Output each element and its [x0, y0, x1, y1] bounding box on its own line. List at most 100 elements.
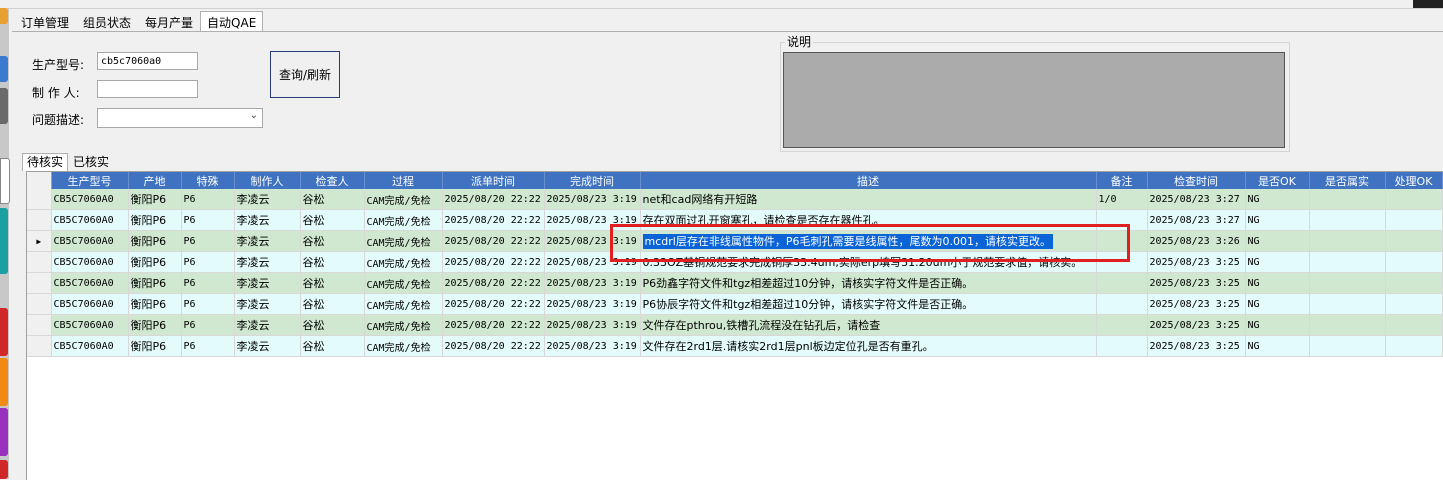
cell-handled-ok[interactable] — [1385, 293, 1443, 315]
cell-process[interactable]: CAM完成/免检 — [364, 314, 443, 336]
row-header[interactable] — [27, 209, 52, 231]
table-row[interactable]: CB5C7060A0 衡阳P6 P6 李凌云 谷松 CAM完成/免检 2025/08/20 … — [27, 272, 1443, 294]
table-row[interactable]: CB5C7060A0 衡阳P6 P6 李凌云 谷松 CAM完成/免检 2025/08/20 … — [27, 293, 1443, 315]
cell-check-time[interactable]: 2025/08/23 3:27 — [1147, 189, 1246, 210]
cell-is-true[interactable] — [1309, 293, 1386, 315]
cell-check-time[interactable]: 2025/08/23 3:25 — [1147, 335, 1246, 357]
tab-auto-qae[interactable]: 自动QAE — [200, 11, 264, 32]
cell-handled-ok[interactable] — [1385, 272, 1443, 294]
query-refresh-button[interactable]: 查询/刷新 — [270, 51, 340, 98]
cell-check-time[interactable]: 2025/08/23 3:26 — [1147, 230, 1246, 252]
cell-origin[interactable]: 衡阳P6 — [128, 209, 182, 231]
cell-checker[interactable]: 谷松 — [300, 251, 365, 273]
cell-maker[interactable]: 李凌云 — [234, 251, 301, 273]
col-header-handled-ok[interactable]: 处理OK — [1385, 172, 1443, 189]
col-header-is-true[interactable]: 是否属实 — [1309, 172, 1386, 189]
cell-is-true[interactable] — [1309, 209, 1386, 231]
cell-dispatch-time[interactable]: 2025/08/20 22:22 — [442, 230, 545, 252]
cell-handled-ok[interactable] — [1385, 189, 1443, 210]
col-header-description[interactable]: 描述 — [640, 172, 1097, 189]
cell-is-true[interactable] — [1309, 314, 1386, 336]
col-header-remark[interactable]: 备注 — [1096, 172, 1148, 189]
cell-model[interactable]: CB5C7060A0 — [51, 314, 129, 336]
cell-remark[interactable] — [1096, 314, 1148, 336]
cell-origin[interactable]: 衡阳P6 — [128, 335, 182, 357]
table-row[interactable]: CB5C7060A0 衡阳P6 P6 李凌云 谷松 CAM完成/免检 2025/08/20 … — [27, 335, 1443, 357]
maker-input[interactable] — [97, 80, 198, 98]
cell-process[interactable]: CAM完成/免检 — [364, 189, 443, 210]
col-header-special[interactable]: 特殊 — [181, 172, 235, 189]
cell-finish-time[interactable]: 2025/08/23 3:19 — [544, 189, 641, 210]
cell-checker[interactable]: 谷松 — [300, 189, 365, 210]
cell-checker[interactable]: 谷松 — [300, 314, 365, 336]
cell-model[interactable]: CB5C7060A0 — [51, 272, 129, 294]
col-header-process[interactable]: 过程 — [364, 172, 443, 189]
cell-origin[interactable]: 衡阳P6 — [128, 314, 182, 336]
toolbar-icon-blue[interactable] — [0, 56, 8, 82]
cell-check-time[interactable]: 2025/08/23 3:25 — [1147, 293, 1246, 315]
row-header[interactable] — [27, 335, 52, 357]
cell-checker[interactable]: 谷松 — [300, 293, 365, 315]
description-box[interactable] — [783, 52, 1285, 148]
table-row[interactable]: CB5C7060A0 衡阳P6 P6 李凌云 谷松 CAM完成/免检 2025/08/20 … — [27, 189, 1443, 210]
cell-special[interactable]: P6 — [181, 314, 235, 336]
cell-is-true[interactable] — [1309, 335, 1386, 357]
col-header-dispatch-time[interactable]: 派单时间 — [442, 172, 545, 189]
tab-order-management[interactable]: 订单管理 — [14, 11, 76, 32]
cell-model[interactable]: CB5C7060A0 — [51, 251, 129, 273]
row-header[interactable] — [27, 314, 52, 336]
cell-special[interactable]: P6 — [181, 335, 235, 357]
row-header[interactable] — [27, 293, 52, 315]
cell-is-ok[interactable]: NG — [1245, 189, 1310, 210]
cell-dispatch-time[interactable]: 2025/08/20 22:22 — [442, 335, 545, 357]
cell-origin[interactable]: 衡阳P6 — [128, 230, 182, 252]
issue-select[interactable]: ⌄ — [97, 108, 263, 128]
tab-member-status[interactable]: 组员状态 — [76, 11, 138, 32]
cell-description[interactable]: P6劲鑫字符文件和tgz相差超过10分钟，请核实字符文件是否正确。 — [640, 272, 1097, 294]
cell-special[interactable]: P6 — [181, 209, 235, 231]
col-header-model[interactable]: 生产型号 — [51, 172, 129, 189]
cell-check-time[interactable]: 2025/08/23 3:25 — [1147, 251, 1246, 273]
cell-is-ok[interactable]: NG — [1245, 272, 1310, 294]
cell-description[interactable]: 文件存在2rd1层.请核实2rd1层pnl板边定位孔是否有重孔。 — [640, 335, 1097, 357]
cell-handled-ok[interactable] — [1385, 251, 1443, 273]
cell-maker[interactable]: 李凌云 — [234, 314, 301, 336]
cell-handled-ok[interactable] — [1385, 230, 1443, 252]
cell-model[interactable]: CB5C7060A0 — [51, 335, 129, 357]
toolbar-icon-red-2[interactable] — [0, 460, 8, 479]
cell-model[interactable]: CB5C7060A0 — [51, 189, 129, 210]
cell-model[interactable]: CB5C7060A0 — [51, 230, 129, 252]
toolbar-icon-white[interactable] — [0, 158, 10, 204]
cell-remark[interactable]: 1/0 — [1096, 189, 1148, 210]
cell-maker[interactable]: 李凌云 — [234, 335, 301, 357]
cell-is-ok[interactable]: NG — [1245, 335, 1310, 357]
cell-model[interactable]: CB5C7060A0 — [51, 209, 129, 231]
cell-maker[interactable]: 李凌云 — [234, 230, 301, 252]
cell-check-time[interactable]: 2025/08/23 3:25 — [1147, 272, 1246, 294]
cell-dispatch-time[interactable]: 2025/08/20 22:22 — [442, 189, 545, 210]
cell-special[interactable]: P6 — [181, 230, 235, 252]
row-header[interactable]: ▶ — [27, 230, 52, 252]
cell-dispatch-time[interactable]: 2025/08/20 22:22 — [442, 293, 545, 315]
cell-process[interactable]: CAM完成/免检 — [364, 230, 443, 252]
cell-special[interactable]: P6 — [181, 251, 235, 273]
cell-handled-ok[interactable] — [1385, 314, 1443, 336]
cell-checker[interactable]: 谷松 — [300, 272, 365, 294]
cell-dispatch-time[interactable]: 2025/08/20 22:22 — [442, 209, 545, 231]
cell-process[interactable]: CAM完成/免检 — [364, 209, 443, 231]
cell-is-true[interactable] — [1309, 272, 1386, 294]
toolbar-icon-orange-2[interactable] — [0, 358, 8, 406]
col-header-maker[interactable]: 制作人 — [234, 172, 301, 189]
cell-finish-time[interactable]: 2025/08/23 3:19 — [544, 335, 641, 357]
cell-special[interactable]: P6 — [181, 189, 235, 210]
cell-checker[interactable]: 谷松 — [300, 335, 365, 357]
col-header-origin[interactable]: 产地 — [128, 172, 182, 189]
cell-origin[interactable]: 衡阳P6 — [128, 293, 182, 315]
col-header-is-ok[interactable]: 是否OK — [1245, 172, 1310, 189]
cell-maker[interactable]: 李凌云 — [234, 209, 301, 231]
cell-process[interactable]: CAM完成/免检 — [364, 293, 443, 315]
cell-finish-time[interactable]: 2025/08/23 3:19 — [544, 272, 641, 294]
cell-is-ok[interactable]: NG — [1245, 251, 1310, 273]
cell-handled-ok[interactable] — [1385, 335, 1443, 357]
toolbar-icon-teal[interactable] — [0, 208, 8, 274]
